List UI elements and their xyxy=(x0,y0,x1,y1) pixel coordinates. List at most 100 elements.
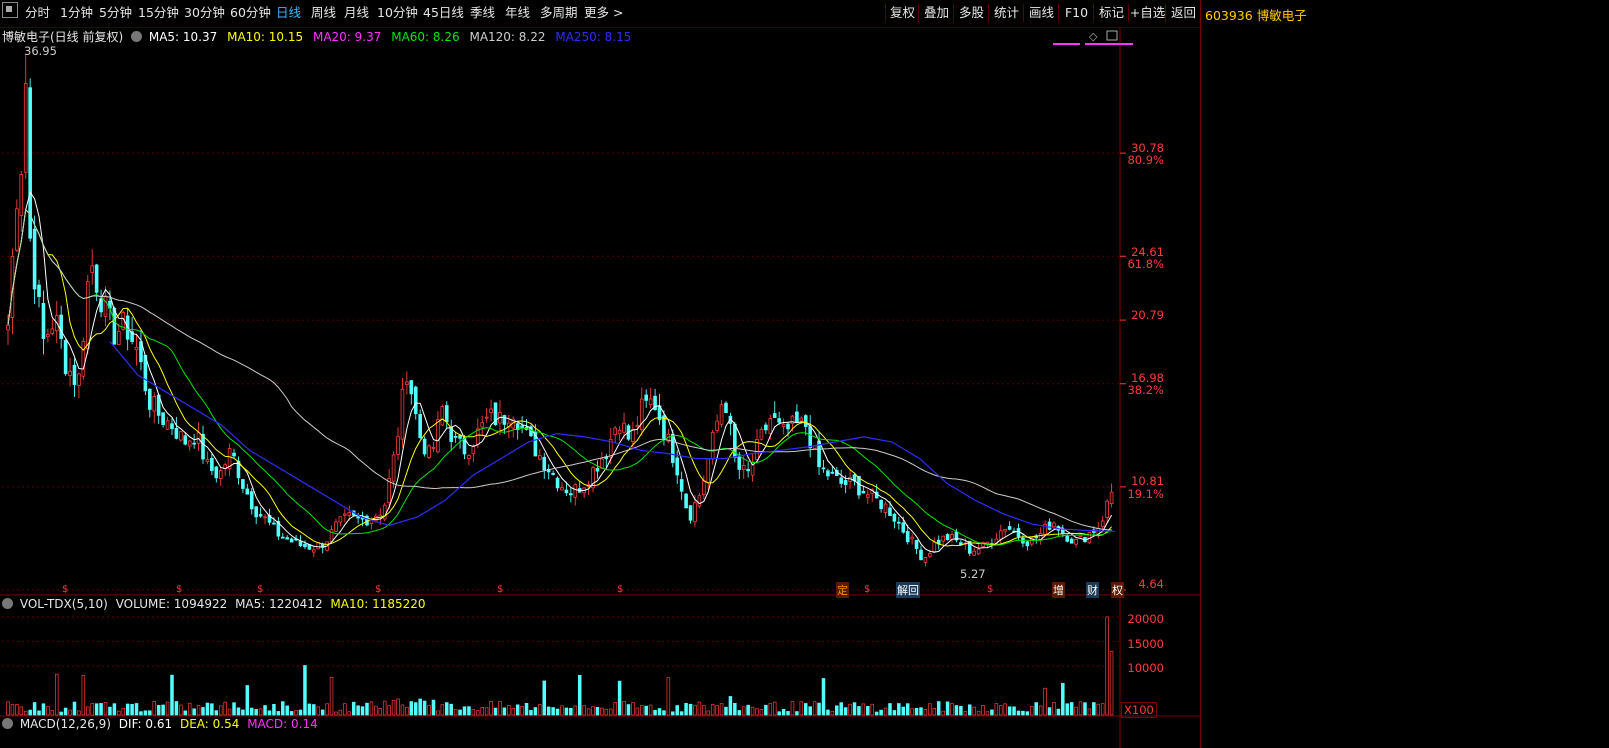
volume-bar xyxy=(870,703,874,716)
candle-body xyxy=(1047,521,1052,530)
candle-body xyxy=(46,333,50,338)
candle-body xyxy=(183,435,188,445)
volume-bar xyxy=(981,705,985,716)
dividend-mark: $ xyxy=(375,584,381,595)
candle-body xyxy=(799,417,804,422)
window-icon xyxy=(1106,30,1118,41)
event-mark-jiehui[interactable]: 解回 xyxy=(896,582,920,598)
candle-body xyxy=(232,452,236,457)
candle-body xyxy=(391,454,396,482)
candle-body xyxy=(32,228,37,290)
volume-bar xyxy=(772,701,777,716)
candlestick-series xyxy=(6,55,1114,567)
candle-body xyxy=(409,380,414,395)
volume-bar xyxy=(657,708,662,716)
volume-bar xyxy=(55,673,59,716)
volume-bar xyxy=(334,711,338,716)
volume-bar xyxy=(941,710,945,716)
candle-body xyxy=(631,428,635,442)
candle-body xyxy=(679,479,684,492)
volume-bar xyxy=(218,705,223,716)
volume-bar xyxy=(648,704,653,716)
volume-bar xyxy=(706,710,711,716)
volume-bar xyxy=(919,707,923,716)
volume-bar xyxy=(19,706,24,716)
volume-legend: VOL-TDX(5,10) VOLUME: 1094922 MA5: 12204… xyxy=(2,597,426,611)
volume-bar xyxy=(245,685,250,716)
volume-bar xyxy=(901,706,906,716)
candle-body xyxy=(719,404,724,425)
candle-body xyxy=(480,422,485,428)
volume-bar xyxy=(214,710,219,716)
candle-body xyxy=(112,307,117,345)
candle-body xyxy=(192,442,196,445)
event-mark-ding[interactable]: 定 xyxy=(836,582,849,598)
volume-bar xyxy=(764,704,768,716)
candle-body xyxy=(998,530,1003,540)
volume-bar xyxy=(422,700,427,716)
candle-body xyxy=(697,495,702,507)
candle-body xyxy=(280,536,285,539)
volume-bar xyxy=(294,710,298,716)
volume-bar xyxy=(693,704,697,716)
candle-body xyxy=(1074,539,1078,545)
volume-bar xyxy=(635,707,640,716)
volume-bar xyxy=(400,704,405,716)
volume-bar xyxy=(994,703,999,716)
candle-body xyxy=(41,302,46,339)
volume-bar xyxy=(675,705,679,716)
volume-bar xyxy=(861,703,866,716)
volume-bar xyxy=(68,709,72,716)
indicator-marker xyxy=(1106,43,1133,45)
volume-bar xyxy=(6,701,10,716)
volume-bar xyxy=(1043,687,1047,716)
kline-chart[interactable]: ◇ $ $ $ $ $ $ $ $ xyxy=(0,0,1200,748)
volume-bar xyxy=(609,708,613,716)
volume-bar xyxy=(418,698,422,716)
macd-indicator-name: MACD(12,26,9) xyxy=(19,717,111,731)
volume-bar xyxy=(192,708,196,716)
volume-bar xyxy=(843,707,848,716)
event-mark-zeng[interactable]: 增 xyxy=(1052,582,1065,598)
volume-bar xyxy=(684,702,688,716)
candle-body xyxy=(418,413,422,438)
candle-body xyxy=(241,479,245,489)
volume-settings-icon[interactable] xyxy=(2,598,13,609)
volume-bar xyxy=(679,711,684,716)
candle-body xyxy=(272,522,276,525)
volume-bar xyxy=(493,707,498,716)
volume-bar xyxy=(710,704,715,716)
volume-bar xyxy=(41,703,46,716)
volume-indicator-name: VOL-TDX(5,10) xyxy=(19,597,108,611)
volume-bar xyxy=(1016,710,1021,716)
candle-body xyxy=(803,415,808,427)
event-mark-cai[interactable]: 财 xyxy=(1086,582,1099,598)
settings-dot-icon[interactable] xyxy=(131,31,143,42)
candle-body xyxy=(648,398,653,405)
volume-bar xyxy=(183,710,188,716)
volume-bar xyxy=(94,703,99,716)
candle-body xyxy=(879,499,883,510)
moving-average-lines xyxy=(7,191,1116,553)
candle-body xyxy=(635,424,640,427)
macd-settings-icon[interactable] xyxy=(2,718,13,729)
candle-body xyxy=(866,494,870,498)
volume-bar xyxy=(542,680,547,716)
volume-bar xyxy=(1083,702,1087,716)
candle-body xyxy=(263,516,267,519)
event-mark-quan[interactable]: 权 xyxy=(1111,582,1124,598)
volume-bar xyxy=(413,702,418,716)
volume-bar xyxy=(874,711,879,716)
volume-bar xyxy=(152,701,157,716)
candle-body xyxy=(520,425,524,428)
candle-body xyxy=(768,418,773,434)
volume-bar xyxy=(622,701,626,716)
candle-body xyxy=(914,539,919,549)
volume-bar xyxy=(715,705,719,716)
volume-bar xyxy=(631,702,635,716)
vol-axis-1: 20000 xyxy=(1127,612,1164,626)
volume-bar xyxy=(555,708,560,716)
volume-bar xyxy=(378,708,383,716)
candle-body xyxy=(245,488,250,495)
volume-bar xyxy=(1100,703,1105,716)
